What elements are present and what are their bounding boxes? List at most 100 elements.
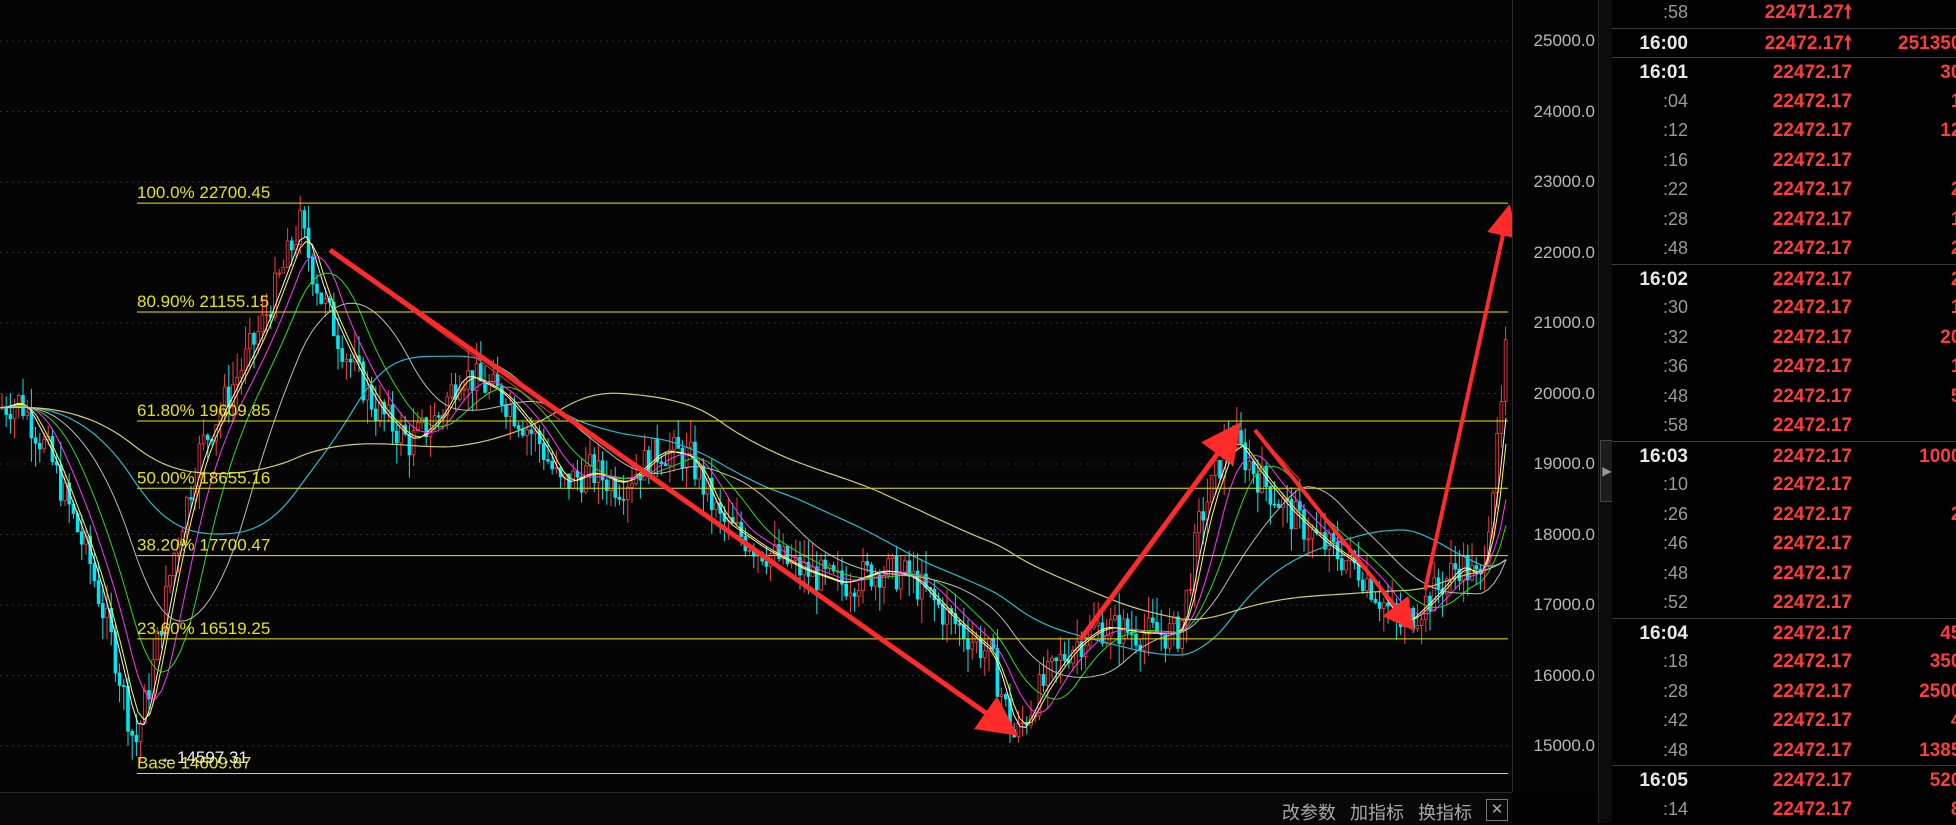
tick-volume: 6 [1862, 559, 1956, 588]
candle-body [1012, 729, 1016, 738]
tick-list-panel[interactable]: :5822471.27🠕16:0022472.17🠕251350916:0122… [1612, 0, 1956, 823]
tick-row[interactable]: :26 22472.17 20 [1612, 500, 1956, 530]
tick-time: 16:01 [1639, 62, 1688, 83]
tick-price-value: 22472.17 [1772, 770, 1852, 791]
kline-chart-area[interactable]: 100.0% 22700.45 80.90% 21155.15 61.80% 196… [0, 0, 1512, 792]
tick-row[interactable]: :22 22472.17 25 [1612, 175, 1956, 205]
tick-row[interactable]: :16 22472.17 8 [1612, 146, 1956, 176]
tick-row[interactable]: :48 22472.17 13850 [1612, 736, 1956, 766]
candle-body [323, 298, 328, 304]
candle-body [529, 429, 533, 434]
candle-body [168, 575, 172, 587]
candle-body [1293, 501, 1298, 529]
candle-body [235, 377, 240, 385]
candle-body [815, 566, 819, 591]
tick-price-value: 22472.17 [1772, 268, 1852, 290]
candle-body [38, 442, 42, 450]
tick-row[interactable]: :30 22472.17 10 [1612, 293, 1956, 323]
candle-body [201, 434, 206, 445]
tick-row[interactable]: 16:04 22472.17 450 [1612, 617, 1956, 649]
tick-time: :22 [1662, 179, 1688, 199]
candle-body [1369, 578, 1374, 600]
tick-row[interactable]: :04 22472.17 10 [1612, 87, 1956, 117]
switch-indicator-button[interactable]: 换指标 [1418, 799, 1472, 825]
tick-price-value: 22472.17 [1772, 120, 1852, 141]
tick-row[interactable]: :28 22472.17 25000 [1612, 677, 1956, 707]
tick-row[interactable]: :18 22472.17 3500 [1612, 647, 1956, 677]
candle-body [252, 332, 256, 345]
candle-body [1100, 622, 1105, 644]
tick-time: 16:05 [1639, 770, 1688, 791]
tick-row[interactable]: :48 22472.17 58 [1612, 382, 1956, 412]
tick-row[interactable]: 16:05 22472.17 5200 [1612, 765, 1956, 796]
candle-body [852, 592, 857, 597]
tick-time: 16:00 [1639, 32, 1688, 54]
candle-body [315, 283, 319, 294]
price-axis-label: 24000.0 [1533, 101, 1595, 121]
tick-row[interactable]: 16:00 22472.17🠕 2513509 [1612, 27, 1956, 59]
tick-row[interactable]: :14 22472.17 82 [1612, 795, 1956, 824]
candle-body [1214, 460, 1218, 476]
trend-arrow-down-main [328, 247, 1019, 736]
tick-row[interactable]: 16:02 22472.17 20 [1612, 263, 1956, 295]
tick-volume: 10005 [1919, 445, 1956, 467]
close-icon[interactable]: ✕ [1486, 799, 1508, 821]
modify-params-button[interactable]: 改参数 [1282, 799, 1336, 825]
candle-body [277, 272, 281, 275]
candle-body [1272, 503, 1277, 506]
tick-volume: 3500 [1929, 651, 1956, 672]
candle-body [373, 408, 378, 421]
tick-row[interactable]: :28 22472.17 12 [1612, 205, 1956, 235]
candle-body [1058, 654, 1063, 662]
price-axis-label: 18000.0 [1533, 524, 1595, 544]
tick-row[interactable]: :36 22472.17 10 [1612, 352, 1956, 382]
tick-row[interactable]: :58 22471.27🠕 [1612, 0, 1956, 28]
tick-row[interactable]: :32 22472.17 202 [1612, 323, 1956, 353]
candle-body [1004, 694, 1008, 700]
candle-body [512, 404, 517, 427]
tick-volume: 42 [1862, 706, 1956, 735]
tick-row[interactable]: :48 22472.17 6 [1612, 559, 1956, 589]
candle-body [861, 561, 865, 592]
candle-body [1503, 339, 1508, 402]
candle-body [302, 210, 307, 229]
tick-row[interactable]: :52 22472.17 1 [1612, 588, 1956, 618]
tick-price-value: 22472.17 [1772, 238, 1852, 259]
tick-row[interactable]: :58 22472.17 7 [1612, 411, 1956, 441]
tick-row[interactable]: 16:01 22472.17 301 [1612, 57, 1956, 88]
candle-body [823, 559, 827, 569]
add-indicator-button[interactable]: 加指标 [1350, 799, 1404, 825]
tick-price: 22472.17 [1712, 293, 1852, 322]
tick-volume: 25 [1862, 175, 1956, 204]
candle-body [1495, 432, 1500, 494]
tick-price-value: 22472.17 [1772, 592, 1852, 613]
candle-body [260, 314, 265, 333]
tick-row[interactable]: :48 22472.17 29 [1612, 234, 1956, 264]
tick-time: :32 [1662, 326, 1688, 347]
candle-body [1041, 674, 1046, 686]
tick-price: 22472.17 [1712, 677, 1852, 706]
tick-price: 22472.17🠕 [1712, 29, 1852, 58]
tick-volume: 58 [1862, 382, 1956, 411]
candle-body [243, 348, 248, 371]
candle-body [747, 549, 752, 552]
kline-chart-svg[interactable]: 100.0% 22700.45 80.90% 21155.15 61.80% 196… [0, 0, 1512, 792]
price-axis-label: 17000.0 [1533, 595, 1595, 614]
tick-row[interactable]: 16:03 22472.17 10005 [1612, 440, 1956, 472]
tick-row[interactable]: :12 22472.17 127 [1612, 116, 1956, 146]
candle-body [999, 694, 1004, 697]
fib-level-label: 80.90% 21155.15 [137, 292, 269, 311]
tick-row[interactable]: :42 22472.17 42 [1612, 706, 1956, 736]
tick-time: :52 [1662, 592, 1688, 612]
tick-row[interactable]: :10 22472.17 [1612, 470, 1956, 500]
tick-row[interactable]: :46 22472.17 7 [1612, 529, 1956, 559]
price-axis: 25000.0 24000.0 23000.0 22000.0 21000.0 20000… [1512, 0, 1601, 792]
tick-price-value: 22472.17 [1772, 297, 1852, 318]
candle-body [1197, 511, 1201, 534]
tick-volume: 7 [1862, 411, 1956, 440]
candle-body [1247, 461, 1252, 471]
candle-body [844, 583, 848, 597]
candle-body [1453, 563, 1458, 570]
tick-price: 22472.17 [1712, 559, 1852, 588]
candle-body [1386, 602, 1390, 607]
